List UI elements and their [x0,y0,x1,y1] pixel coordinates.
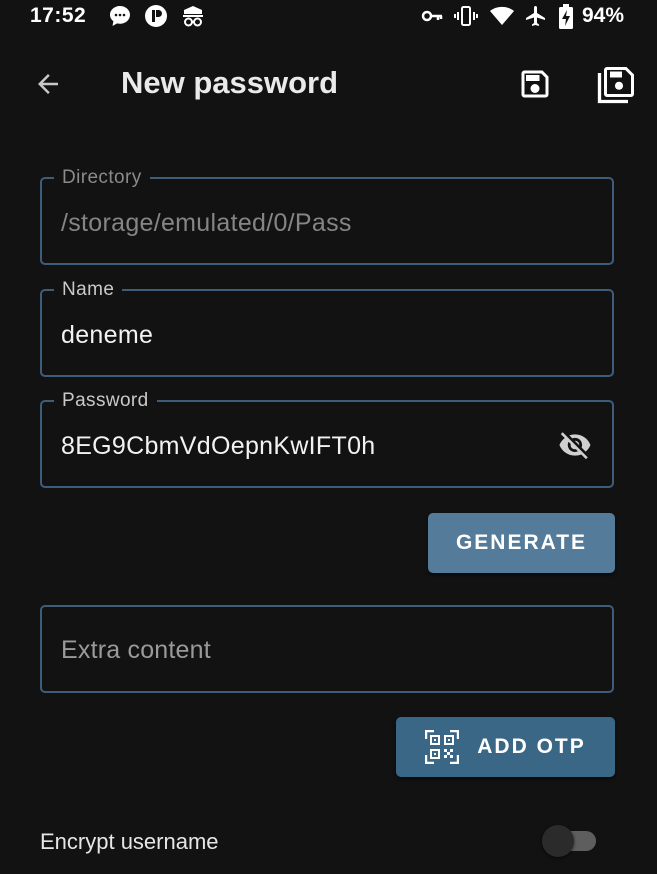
back-button[interactable] [28,64,68,104]
generate-button[interactable]: GENERATE [428,513,615,573]
extra-content-field[interactable]: Extra content [40,605,614,693]
app-bar: New password [0,50,657,118]
name-field[interactable]: Name deneme [40,279,614,377]
directory-label: Directory [54,167,150,189]
name-label: Name [54,279,123,301]
extra-content-input[interactable]: Extra content [61,636,211,665]
visibility-off-icon [559,432,591,460]
switch-thumb [542,825,574,857]
name-input[interactable]: deneme [61,321,153,350]
add-otp-button[interactable]: ADD OTP [396,717,615,777]
directory-value: /storage/emulated/0/Pass [61,209,352,237]
airplane-icon [524,4,548,28]
save-icon [521,70,549,98]
password-label: Password [54,390,157,412]
add-otp-button-label: ADD OTP [477,735,586,758]
status-bar: 17:52 94% [0,0,657,34]
vibrate-icon [454,4,478,28]
page-title: New password [121,65,339,100]
encrypt-username-switch[interactable] [542,825,598,857]
save-button[interactable] [514,63,556,105]
vpn-key-icon [420,4,444,28]
generate-button-label: GENERATE [455,531,588,554]
qr-code-scan-icon [425,730,460,764]
chat-notification-icon [108,4,132,28]
status-time: 17:52 [30,4,87,27]
password-field[interactable]: Password 8EG9CbmVdOepnKwIFT0h [40,390,614,488]
wifi-icon [489,4,514,28]
arrow-back-icon [38,74,58,94]
encrypt-username-label: Encrypt username [40,829,219,854]
app-notification-icon [144,4,168,28]
battery-charging-icon [558,4,582,29]
directory-field: Directory /storage/emulated/0/Pass [40,167,614,265]
password-visibility-toggle[interactable] [555,427,595,463]
battery-percent: 94% [581,4,624,27]
password-input[interactable]: 8EG9CbmVdOepnKwIFT0h [61,432,375,461]
stealth-mode-icon [180,4,204,28]
save-copy-icon [597,67,634,104]
save-copy-button[interactable] [592,61,640,109]
